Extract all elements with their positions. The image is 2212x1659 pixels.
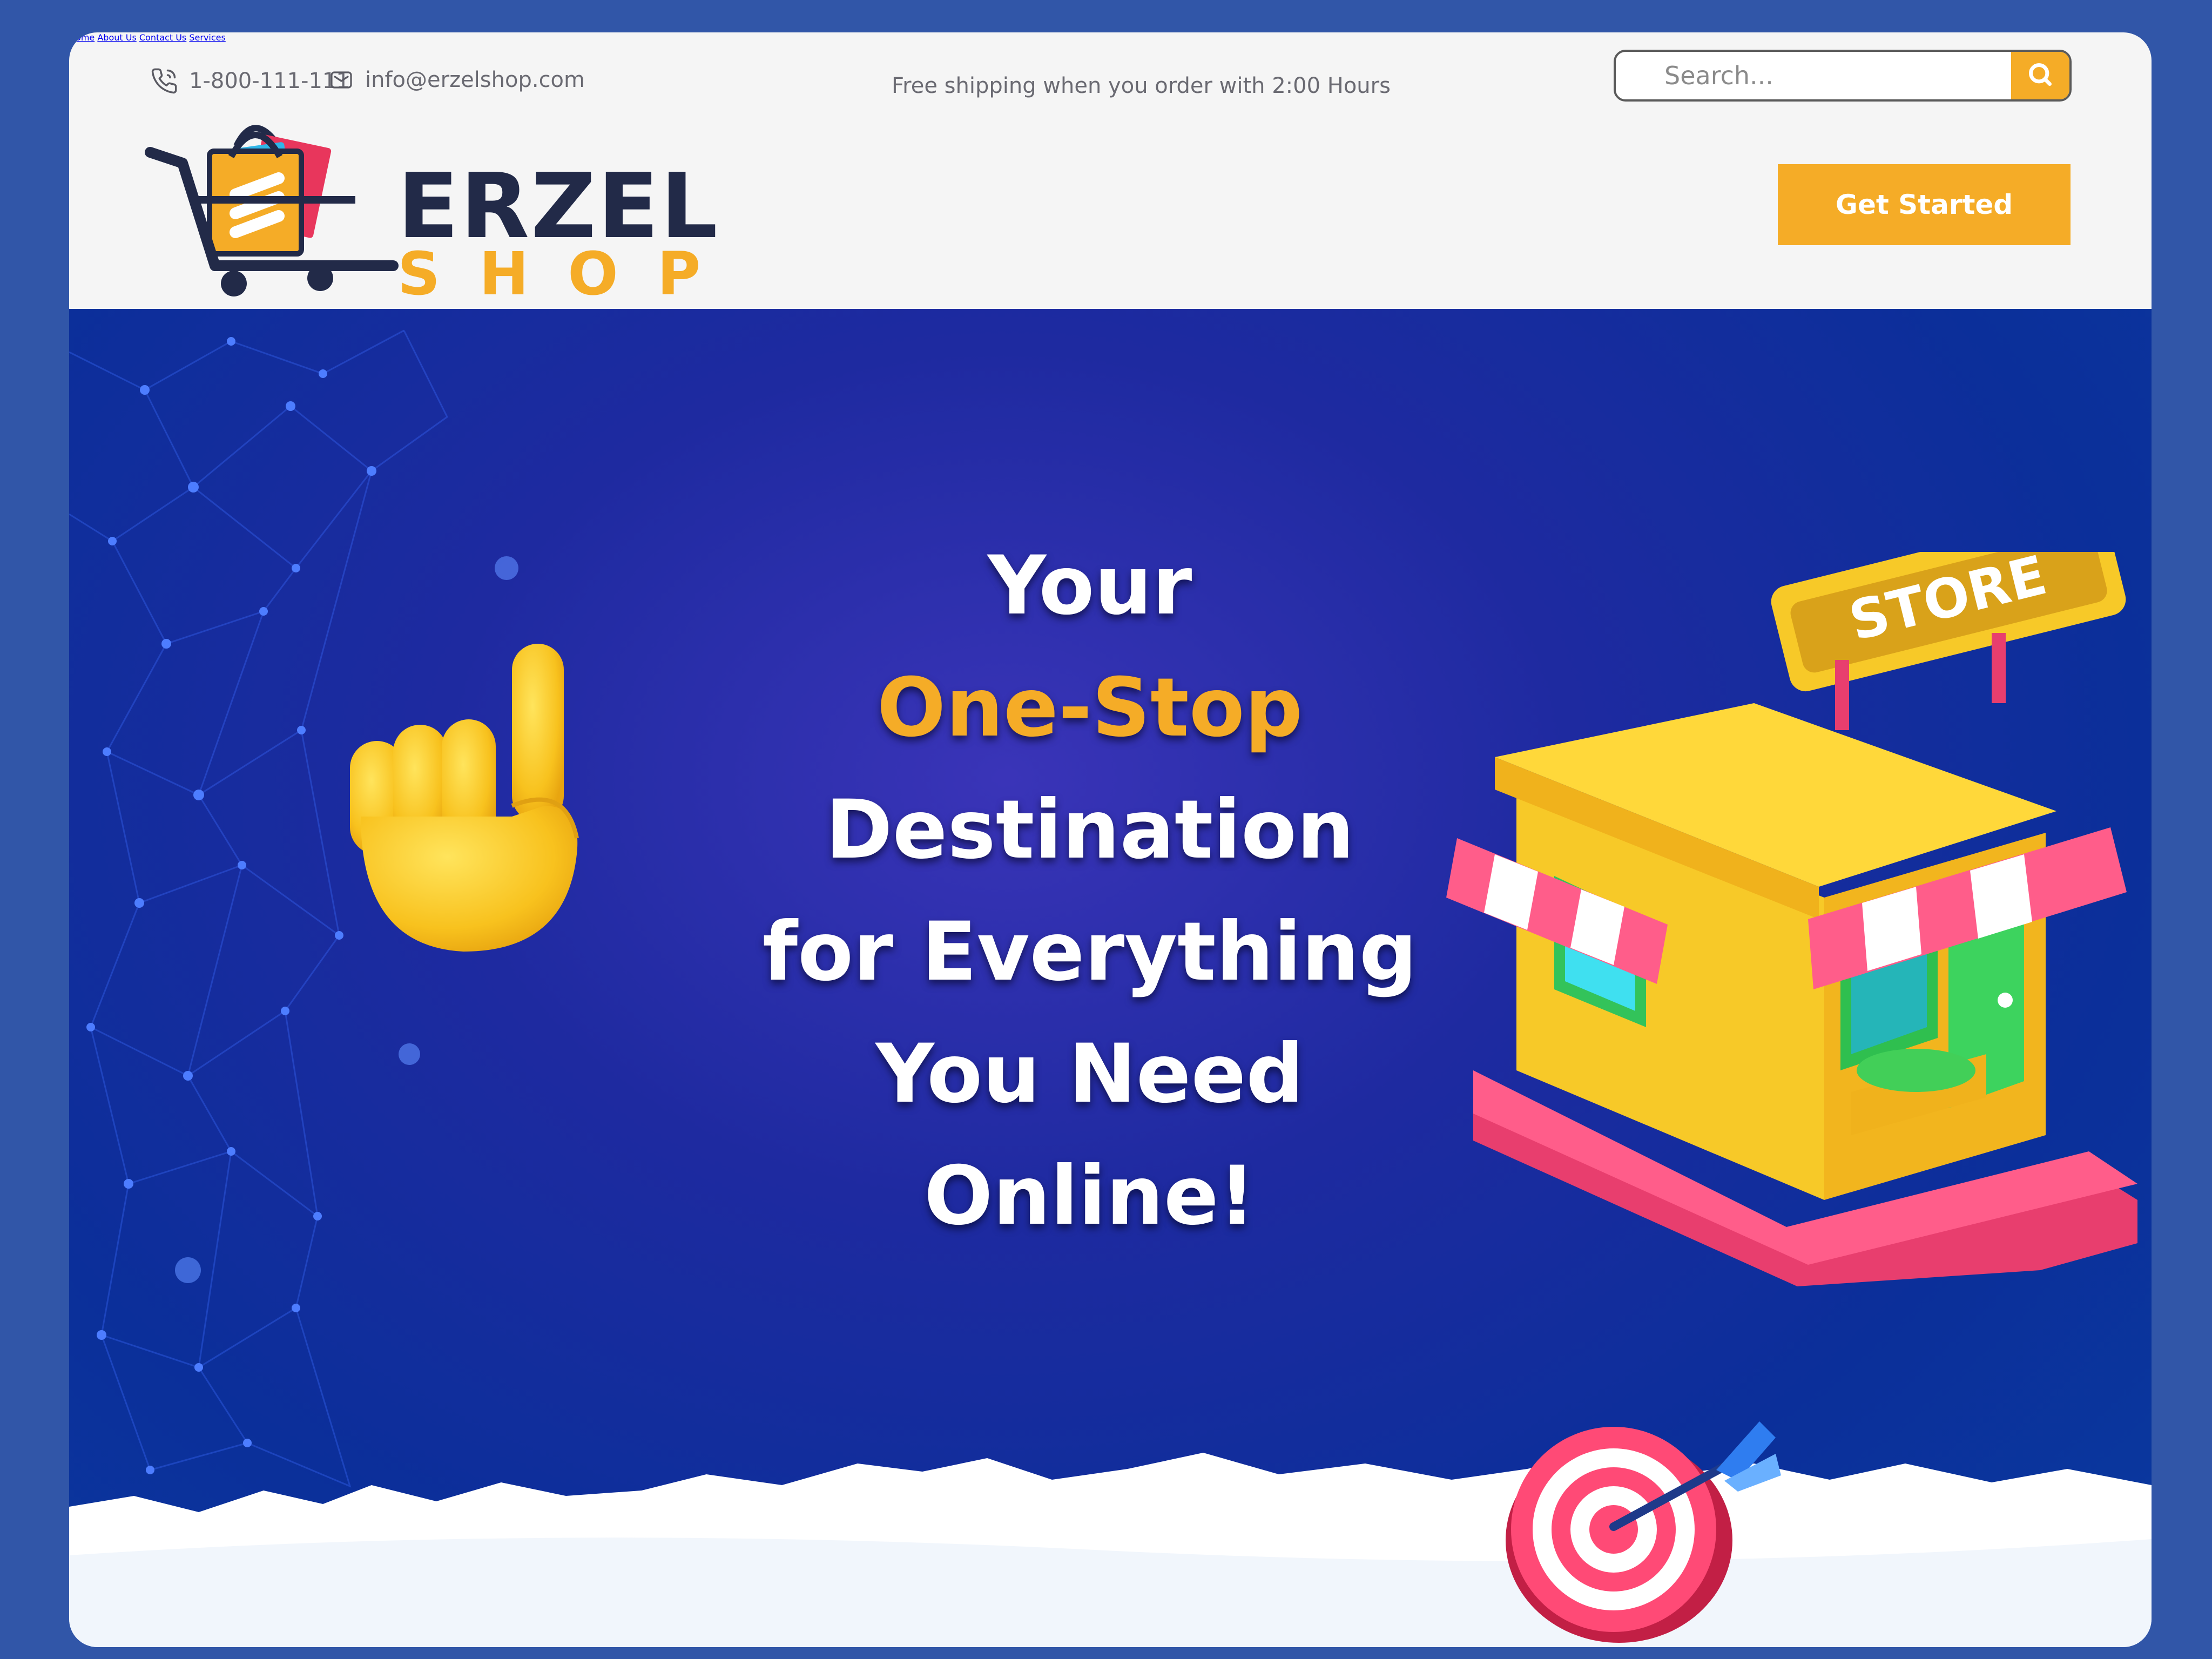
phone-icon: [150, 67, 178, 95]
search-box: [1614, 50, 2072, 102]
target-icon: [1506, 1411, 1786, 1647]
main-nav: Home About Us Contact Us Services: [69, 32, 2152, 43]
nav-about-us[interactable]: About Us: [97, 32, 136, 43]
phone-contact[interactable]: 1-800-111-111: [150, 67, 350, 95]
email-address: info@erzelshop.com: [365, 68, 585, 92]
shipping-note: Free shipping when you order with 2:00 H…: [892, 73, 1391, 98]
snow-wave-divider: [69, 1453, 2152, 1647]
email-contact[interactable]: info@erzelshop.com: [328, 67, 585, 93]
site-header: 1-800-111-111 info@erzelshop.com Free sh…: [69, 32, 2152, 309]
get-started-button[interactable]: Get Started: [1778, 164, 2071, 245]
search-button[interactable]: [2011, 52, 2069, 99]
logo-wordmark-shop: SHOP: [397, 239, 740, 308]
hero-section: Your One-Stop Destination for Everything…: [69, 309, 2152, 1647]
nav-services[interactable]: Services: [189, 32, 225, 43]
phone-number: 1-800-111-111: [189, 69, 350, 93]
browser-frame: 1-800-111-111 info@erzelshop.com Free sh…: [69, 32, 2152, 1647]
search-icon: [2025, 59, 2055, 92]
nav-home[interactable]: Home: [69, 32, 95, 43]
logo-wordmark-erzel: ERZEL: [397, 154, 719, 259]
site-logo[interactable]: ERZEL SHOP: [145, 113, 719, 329]
pointing-hand-icon: [350, 644, 598, 970]
mail-icon: [328, 67, 354, 93]
nav-contact-us[interactable]: Contact Us: [139, 32, 186, 43]
store-icon: STORE: [1365, 509, 2152, 1326]
search-input[interactable]: [1616, 52, 2005, 99]
